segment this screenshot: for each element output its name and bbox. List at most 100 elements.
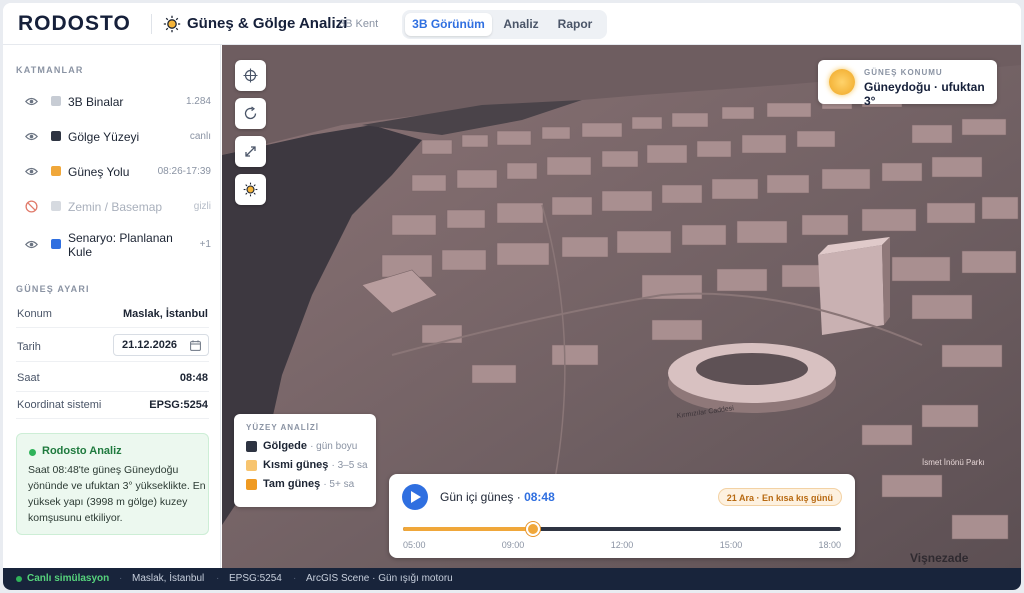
sidebar: KATMANLAR 3B Binalar 1.284 Gölge Yüzeyi …	[3, 45, 221, 568]
view-tabs: 3B Görünüm Analiz Rapor	[402, 10, 607, 39]
time-tick: 12:00	[610, 540, 634, 550]
status-bar: Canlı simülasyon · Maslak, İstanbul · EP…	[3, 568, 1021, 590]
rotate-button[interactable]	[235, 98, 266, 129]
live-status-dot	[16, 576, 22, 582]
layer-name: Zemin / Basemap	[68, 200, 163, 214]
date-badge: 21 Ara · En kısa kış günü	[717, 488, 842, 506]
layer-count: 1.284	[185, 96, 211, 107]
layer-swatch	[51, 201, 61, 211]
legend-item: Kısmi güneş · 3–5 sa	[246, 459, 374, 473]
setting-label: Koordinat sistemi	[17, 399, 102, 411]
expand-icon	[245, 146, 256, 157]
legend-item: Tam güneş · 5+ sa	[246, 478, 374, 492]
analysis-note: Rodosto Analiz Saat 08:48'te güneş Güney…	[16, 433, 209, 535]
setting-date: Tarih 21.12.2026	[16, 332, 209, 362]
time-slider-fill	[403, 527, 533, 531]
layer-name: Gölge Yüzeyi	[68, 130, 140, 144]
header-divider	[151, 14, 152, 34]
time-value[interactable]: 08:48	[180, 372, 208, 384]
layer-status: canlı	[189, 131, 211, 142]
layer-name: 3B Binalar	[68, 95, 124, 109]
time-tick: 05:00	[403, 540, 426, 550]
status-engine: ArcGIS Scene · Gün ışığı motoru	[306, 573, 453, 584]
sun-icon	[243, 182, 258, 197]
district-label: Vişnezade	[910, 551, 969, 565]
setting-label: Saat	[17, 372, 40, 384]
status-dot	[29, 449, 36, 456]
legend-swatch	[246, 479, 257, 490]
location-value[interactable]: Maslak, İstanbul	[123, 308, 208, 320]
eye-icon[interactable]	[25, 131, 38, 142]
layers-section-title: KATMANLAR	[16, 65, 84, 75]
layer-row-buildings[interactable]: 3B Binalar 1.284	[13, 88, 213, 116]
eye-icon[interactable]	[25, 166, 38, 177]
brand-logo[interactable]: RODOSTO	[18, 12, 131, 36]
separator: ·	[216, 573, 220, 584]
crs-value[interactable]: EPSG:5254	[149, 399, 208, 411]
app-window: RODOSTO Güneş & Gölge Analizi 3B Kent 3B…	[3, 3, 1021, 590]
play-button[interactable]	[402, 484, 428, 510]
sun-orb-icon	[829, 69, 855, 95]
eye-icon[interactable]	[25, 239, 38, 250]
layer-row-basemap[interactable]: Zemin / Basemap gizli	[13, 193, 213, 221]
map-3d-view[interactable]: Kırmızılar Caddesi İsmet İnönü Parkı Viş…	[222, 45, 1021, 568]
rotate-icon	[244, 106, 257, 120]
surface-analysis-legend: YÜZEY ANALİZİ Gölgede · gün boyu Kısmi g…	[234, 414, 376, 507]
layer-name: Güneş Yolu	[68, 165, 130, 179]
layer-status: gizli	[193, 201, 211, 212]
separator: ·	[119, 573, 123, 584]
park-label: İsmet İnönü Parkı	[922, 458, 985, 467]
time-slider-track[interactable]	[403, 522, 841, 536]
play-icon	[411, 491, 421, 503]
legend-name: Gölgede	[263, 440, 308, 452]
separator: ·	[293, 573, 297, 584]
setting-label: Tarih	[17, 341, 41, 353]
layer-swatch	[51, 239, 61, 249]
sun-tool-button[interactable]	[235, 174, 266, 205]
layer-row-planned-tower[interactable]: Senaryo: Planlanan Kule +1	[13, 231, 213, 259]
timeline-label: Gün içi güneş ·	[440, 490, 521, 504]
layer-row-sun-path[interactable]: Güneş Yolu 08:26-17:39	[13, 158, 213, 186]
eye-icon[interactable]	[25, 96, 38, 107]
layer-count: +1	[199, 239, 211, 250]
calendar-icon	[190, 340, 201, 351]
locate-button[interactable]	[235, 60, 266, 91]
status-location: Maslak, İstanbul	[132, 573, 205, 584]
timeline-title: Gün içi güneş · 08:48	[440, 490, 555, 504]
legend-name: Tam güneş	[263, 478, 321, 490]
legend-item: Gölgede · gün boyu	[246, 440, 374, 454]
tab-3d-view[interactable]: 3B Görünüm	[405, 13, 492, 36]
tab-report[interactable]: Rapor	[549, 13, 601, 36]
app-title: Güneş & Gölge Analizi	[187, 15, 348, 32]
time-slider-handle[interactable]	[525, 522, 540, 536]
setting-location: Konum Maslak, İstanbul	[16, 301, 209, 328]
legend-title: YÜZEY ANALİZİ	[246, 423, 320, 432]
sun-position-value: Güneydoğu · ufuktan 3°	[864, 80, 985, 108]
time-tick: 18:00	[818, 540, 841, 550]
legend-swatch	[246, 441, 257, 452]
legend-name: Kısmi güneş	[263, 459, 329, 471]
legend-swatch	[246, 460, 257, 471]
legend-meta: · 5+ sa	[323, 479, 355, 490]
app-subtitle: 3B Kent	[339, 18, 379, 30]
layer-swatch	[51, 166, 61, 176]
layer-row-shadow-surface[interactable]: Gölge Yüzeyi canlı	[13, 123, 213, 151]
note-body: Saat 08:48'te güneş Güneydoğu yönünde ve…	[28, 464, 206, 524]
date-picker[interactable]: 21.12.2026	[113, 334, 209, 356]
setting-label: Konum	[17, 308, 52, 320]
tab-analysis[interactable]: Analiz	[495, 13, 547, 36]
sun-icon	[163, 15, 181, 33]
setting-crs: Koordinat sistemi EPSG:5254	[16, 392, 209, 419]
hidden-icon[interactable]	[25, 200, 38, 213]
layer-name: Senaryo: Planlanan Kule	[68, 231, 173, 259]
sun-position-label: GÜNEŞ KONUMU	[864, 68, 943, 77]
fullscreen-button[interactable]	[235, 136, 266, 167]
layer-swatch	[51, 96, 61, 106]
legend-meta: · 3–5 sa	[331, 460, 368, 471]
legend-meta: · gün boyu	[310, 441, 358, 452]
layer-time-range: 08:26-17:39	[157, 166, 211, 177]
top-bar: RODOSTO Güneş & Gölge Analizi 3B Kent 3B…	[3, 3, 1021, 45]
day-timeline-panel: Gün içi güneş · 08:48 21 Ara · En kısa k…	[389, 474, 855, 558]
sun-position-card: GÜNEŞ KONUMU Güneydoğu · ufuktan 3°	[818, 60, 997, 108]
time-tick: 15:00	[719, 540, 743, 550]
